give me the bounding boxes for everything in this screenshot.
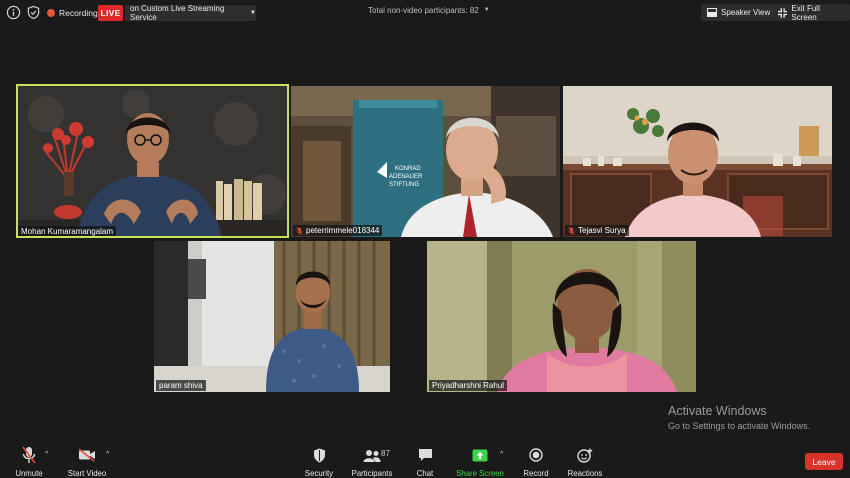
- participant-name-tag: param shiva: [156, 380, 206, 391]
- participants-button[interactable]: Participants: [351, 440, 393, 478]
- speaker-view-label: Speaker View: [721, 8, 771, 17]
- participant-video: [563, 86, 832, 237]
- participant-video: KONRAD ADENAUER STIFTUNG: [291, 86, 560, 237]
- participant-name: Priyadharshni Rahul: [432, 381, 505, 390]
- participant-name: Tejasvi Surya: [578, 226, 626, 235]
- reactions-button[interactable]: Reactions: [567, 440, 603, 478]
- caret-down-icon: ▼: [250, 10, 256, 16]
- recording-indicator[interactable]: Recording: [47, 5, 98, 21]
- video-tile-3[interactable]: Tejasvi Surya: [563, 86, 832, 237]
- live-service-label: on Custom Live Streaming Service: [130, 4, 225, 22]
- backdrop-text-line-3: STIFTUNG: [389, 182, 419, 188]
- participant-video: [154, 241, 390, 392]
- chevron-up-icon[interactable]: ^: [106, 451, 109, 458]
- exit-fullscreen-button[interactable]: Exit Full Screen: [772, 3, 850, 22]
- participant-name: param shiva: [159, 381, 203, 390]
- info-icon[interactable]: [6, 5, 21, 20]
- smiley-add-icon: [577, 448, 593, 463]
- video-tile-5[interactable]: Priyadharshni Rahul: [427, 241, 696, 392]
- live-badge: LIVE: [98, 5, 123, 21]
- backdrop-text-line-1: KONRAD: [395, 166, 421, 172]
- start-video-button[interactable]: Start Video: [66, 440, 108, 478]
- meeting-controls-toolbar: Unmute ^ Start Video ^ Security Particip…: [0, 440, 850, 478]
- chevron-up-icon[interactable]: ^: [500, 451, 503, 458]
- live-service-dropdown[interactable]: on Custom Live Streaming Service ▼: [125, 4, 256, 22]
- reactions-label: Reactions: [567, 469, 603, 478]
- participants-count: 87: [381, 449, 390, 458]
- shield-icon: [313, 448, 325, 462]
- security-label: Security: [304, 469, 334, 478]
- non-video-participants-label: Total non-video participants: 82: [368, 5, 479, 15]
- participants-icon: [363, 449, 381, 462]
- unmute-button[interactable]: Unmute: [12, 440, 46, 478]
- start-video-label: Start Video: [67, 469, 107, 478]
- speaker-view-button[interactable]: Speaker View: [701, 4, 777, 21]
- participant-name: Mohan Kumaramangalam: [21, 227, 114, 236]
- chat-button[interactable]: Chat: [413, 440, 437, 478]
- watermark-title: Activate Windows: [668, 404, 767, 418]
- video-tile-2[interactable]: KONRAD ADENAUER STIFTUNG peterrimmele018…: [291, 86, 560, 237]
- participant-name-tag: Priyadharshni Rahul: [429, 380, 508, 391]
- participant-name: peterrimmele018344: [306, 226, 380, 235]
- mic-muted-icon: [568, 226, 575, 235]
- grid-view-icon: [707, 8, 717, 17]
- activate-windows-watermark: Activate Windows Go to Settings to activ…: [668, 404, 810, 431]
- participant-video: [427, 241, 696, 392]
- participant-name-tag: Mohan Kumaramangalam: [18, 226, 117, 237]
- watermark-subtitle: Go to Settings to activate Windows.: [668, 421, 811, 431]
- top-bar: Recording LIVE on Custom Live Streaming …: [0, 0, 850, 26]
- share-screen-icon: [472, 449, 488, 461]
- chat-bubble-icon: [418, 449, 432, 461]
- chevron-up-icon[interactable]: ^: [45, 451, 48, 458]
- record-icon: [529, 448, 543, 462]
- share-screen-label: Share Screen: [456, 469, 504, 478]
- participants-label: Participants: [351, 469, 393, 478]
- recording-label: Recording: [59, 8, 98, 18]
- video-tile-4[interactable]: param shiva: [154, 241, 390, 392]
- shield-check-icon[interactable]: [26, 5, 41, 20]
- recording-dot-icon: [47, 9, 55, 17]
- participant-name-tag: peterrimmele018344: [293, 225, 383, 236]
- participant-name-tag: Tejasvi Surya: [565, 225, 629, 236]
- leave-button[interactable]: Leave: [805, 453, 843, 470]
- record-label: Record: [523, 469, 549, 478]
- record-button[interactable]: Record: [522, 440, 550, 478]
- video-tile-1[interactable]: Mohan Kumaramangalam: [16, 84, 289, 238]
- security-button[interactable]: Security: [303, 440, 335, 478]
- unmute-label: Unmute: [15, 469, 43, 478]
- backdrop-text-line-2: ADENAUER: [389, 174, 423, 180]
- mic-muted-icon: [296, 226, 303, 235]
- mic-muted-icon: [22, 446, 36, 464]
- exit-fullscreen-label: Exit Full Screen: [791, 3, 820, 22]
- video-off-icon: [78, 448, 95, 462]
- participant-video: [16, 84, 289, 238]
- share-screen-button[interactable]: Share Screen: [456, 440, 504, 478]
- chat-label: Chat: [416, 469, 434, 478]
- exit-fullscreen-icon: [778, 7, 788, 18]
- non-video-participants-dropdown[interactable]: Total non-video participants: 82 ▼: [368, 5, 490, 15]
- caret-down-icon: ▼: [483, 7, 490, 13]
